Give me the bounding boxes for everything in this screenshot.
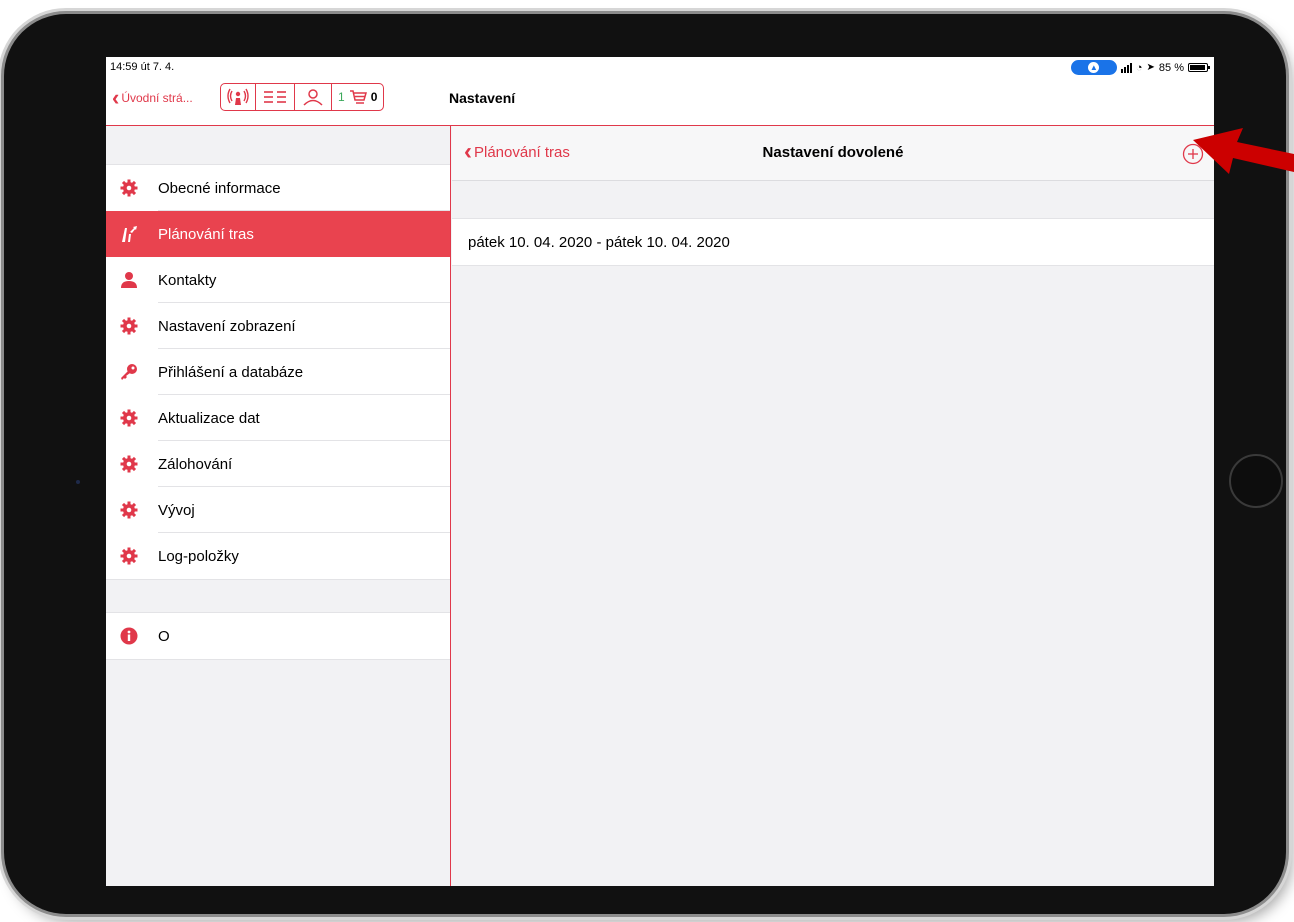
battery-icon — [1188, 63, 1210, 72]
sidebar-item-label: Nastavení zobrazení — [158, 317, 296, 335]
cart-icon — [349, 90, 367, 104]
sidebar-item-label: Obecné informace — [158, 179, 281, 197]
sidebar-item-backup[interactable]: Zálohování — [106, 441, 450, 487]
wireless-button[interactable] — [221, 84, 256, 110]
sidebar-item-label: Plánování tras — [158, 225, 254, 243]
gear-icon — [120, 547, 138, 565]
gear-icon — [120, 501, 138, 519]
person-icon — [120, 271, 138, 289]
about-menu: O — [106, 612, 450, 660]
status-bar: 14:59 út 7. 4. ▲ ◔ ➤ 85 % — [106, 57, 1214, 79]
sidebar-item-contacts[interactable]: Kontakty — [106, 257, 450, 303]
key-icon — [120, 363, 138, 381]
sidebar-item-label: O — [158, 627, 170, 645]
detail-nav-bar: ‹ Plánování tras Nastavení dovolené — [452, 126, 1214, 181]
sidebar-item-label: Log-položky — [158, 547, 239, 565]
sidebar-item-development[interactable]: Vývoj — [106, 487, 450, 533]
list-button[interactable] — [256, 84, 295, 110]
toolbar: 1 0 — [220, 83, 385, 111]
person-outline-icon — [303, 89, 323, 106]
home-button[interactable] — [1229, 454, 1283, 508]
sidebar: Obecné informace Plánování tras Kontakty… — [106, 126, 451, 886]
location-icon: ➤ — [1146, 62, 1155, 73]
gear-icon — [120, 409, 138, 427]
sidebar-item-data-update[interactable]: Aktualizace dat — [106, 395, 450, 441]
sidebar-item-label: Zálohování — [158, 455, 233, 473]
wifi-icon: ◔ — [1135, 61, 1143, 74]
sidebar-item-log-items[interactable]: Log-položky — [106, 533, 450, 579]
status-indicators: ▲ ◔ ➤ 85 % — [1070, 60, 1210, 75]
detail-pane: ‹ Plánování tras Nastavení dovolené páte… — [452, 126, 1214, 886]
annotation-arrow-icon — [1193, 128, 1294, 174]
sidebar-item-route-planning[interactable]: Plánování tras — [106, 211, 450, 257]
status-time: 14:59 út 7. 4. — [110, 61, 175, 73]
settings-menu: Obecné informace Plánování tras Kontakty… — [106, 164, 450, 580]
info-icon — [120, 627, 138, 645]
sidebar-item-about[interactable]: O — [106, 613, 450, 659]
cart-total: 0 — [370, 90, 378, 104]
location-arrow-icon: ▲ — [1088, 62, 1100, 73]
back-home-label: Úvodní strá... — [121, 91, 193, 105]
sidebar-item-display-settings[interactable]: Nastavení zobrazení — [106, 303, 450, 349]
front-camera — [76, 480, 80, 484]
user-button[interactable] — [295, 84, 332, 110]
vacation-row-label: pátek 10. 04. 2020 - pátek 10. 04. 2020 — [468, 233, 730, 251]
navigation-pill: ▲ — [1070, 60, 1117, 75]
signal-icon — [1120, 62, 1132, 73]
sidebar-item-label: Kontakty — [158, 271, 217, 289]
sidebar-item-label: Vývoj — [158, 501, 195, 519]
sidebar-item-label: Přihlášení a databáze — [158, 363, 304, 381]
page-title: Nastavení — [449, 90, 516, 106]
sidebar-item-login-database[interactable]: Přihlášení a databáze — [106, 349, 450, 395]
app-bar: ‹ Úvodní strá... 1 0 Nastavení — [106, 79, 1214, 126]
gear-icon — [120, 179, 138, 197]
wireless-person-icon — [227, 88, 249, 105]
sidebar-item-general[interactable]: Obecné informace — [106, 165, 450, 211]
list-icon — [264, 91, 286, 103]
vacation-row[interactable]: pátek 10. 04. 2020 - pátek 10. 04. 2020 — [452, 218, 1214, 266]
route-icon — [120, 225, 138, 243]
detail-title: Nastavení dovolené — [762, 144, 904, 161]
chevron-left-icon: ‹ — [112, 85, 120, 110]
cart-count: 1 — [338, 90, 345, 104]
screen: 14:59 út 7. 4. ▲ ◔ ➤ 85 % ‹ Úvodní strá.… — [106, 57, 1214, 886]
gear-icon — [120, 455, 138, 473]
battery-percent: 85 % — [1158, 61, 1184, 74]
gear-icon — [120, 317, 138, 335]
sidebar-item-label: Aktualizace dat — [158, 409, 260, 427]
back-home-button[interactable]: ‹ Úvodní strá... — [112, 87, 193, 109]
cart-button[interactable]: 1 0 — [332, 84, 383, 110]
